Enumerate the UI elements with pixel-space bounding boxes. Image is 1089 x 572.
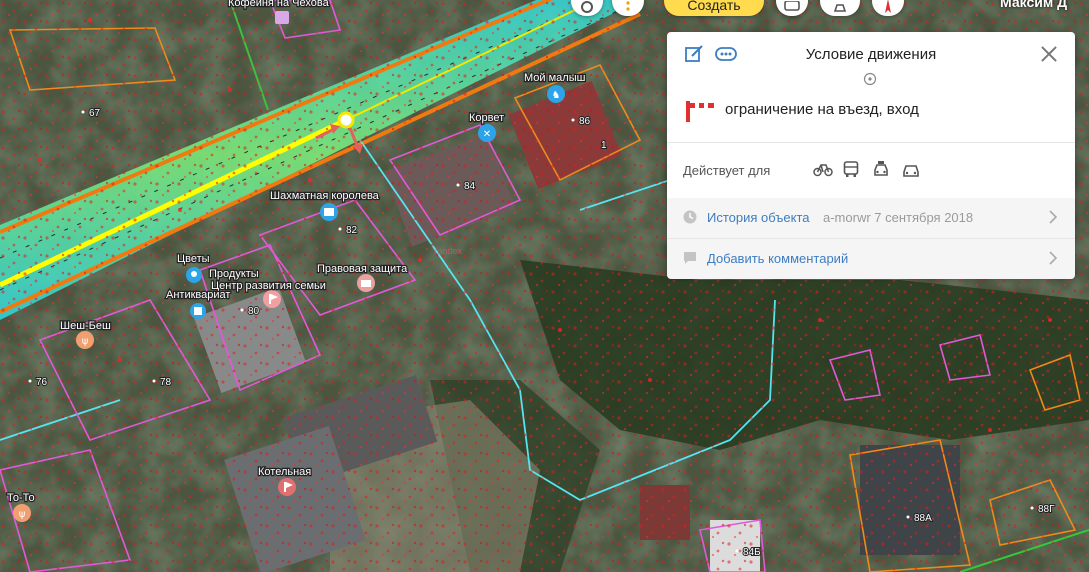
history-meta: a-morwr 7 сентября 2018 [823,210,974,225]
map-watermark: Yandex [432,246,462,256]
applies-to-row: Действует для [667,142,1075,199]
poi-label-sheshbesh: Шеш-Беш [60,320,111,332]
taxi-icon [873,161,889,184]
condition-text: ограничение на въезд, вход [725,101,919,118]
bicycle-icon [813,161,833,182]
chat-icon [784,1,800,11]
add-comment-link[interactable]: Добавить комментарий [707,251,848,266]
flag-icon[interactable] [278,478,296,496]
car-icon [903,164,919,183]
house-number: 67 [89,108,101,119]
flower-icon[interactable] [186,267,202,283]
kids-store-icon[interactable]: ♞ [547,85,565,103]
house-number: 84 [464,181,476,192]
svg-text:✕: ✕ [483,129,491,140]
svg-text:ψ: ψ [82,336,89,347]
house-number: 78 [160,377,172,388]
barrier-icon [685,100,715,127]
poi-label-legal: Правовая защита [317,263,408,275]
gift-icon[interactable] [320,203,338,221]
condition-row: ограничение на въезд, вход [667,84,1075,143]
history-link[interactable]: История объекта [707,210,810,225]
svg-text:ψ: ψ [19,509,26,520]
poi-label-kids: Мой малыш [524,72,586,84]
repair-icon[interactable]: ✕ [478,124,496,142]
close-button[interactable] [1039,44,1059,64]
poi-label-korvet: Корвет [469,112,504,124]
bus-icon [843,161,859,183]
clock-icon [683,210,697,229]
poi-label-boiler: Котельная [258,466,311,478]
grocery-icon[interactable] [190,303,206,319]
house-number: 80 [248,306,260,317]
cafe-icon[interactable] [275,11,289,24]
house-number: 84Б [743,547,761,558]
poi-label-toto: То-То [7,492,35,504]
flag-icon[interactable] [263,290,281,308]
panel-title: Условие движения [805,46,937,63]
restaurant-icon[interactable]: ψ [76,331,94,349]
history-row[interactable]: История объекта a-morwr 7 сентября 2018 [667,198,1075,239]
restaurant-icon[interactable]: ψ [13,504,31,522]
chevron-right-icon [1049,251,1058,270]
house-number: 1 [601,140,607,151]
add-comment-row[interactable]: Добавить комментарий [667,239,1075,279]
house-number: 82 [346,225,358,236]
briefcase-icon[interactable] [357,274,375,292]
bell-icon [833,4,847,12]
more-vertical-icon [626,1,630,11]
poi-label-products: Продукты [209,268,259,280]
house-number: 88А [914,513,932,524]
house-number: 88Г [1038,504,1055,515]
house-number: 76 [36,377,48,388]
poi-label-cafe: Кофейня на Чехова [228,0,330,9]
house-number: 86 [579,116,591,127]
chevron-right-icon [1049,210,1058,229]
poi-label-chess: Шахматная королева [270,190,380,202]
applies-to-label: Действует для [683,163,771,178]
traffic-condition-panel: Условие движения ограничение на въезд, в… [667,32,1075,279]
gear-icon [581,1,593,13]
comment-icon [683,251,697,270]
svg-text:♞: ♞ [552,90,561,101]
user-name[interactable]: Максим Д [1000,0,1067,10]
poi-label-flowers: Цветы [177,253,210,265]
compass-icon [885,0,891,13]
junction-point[interactable] [337,111,355,129]
create-button[interactable]: Создать [664,0,764,16]
poi-label-antiques: Антиквариат [166,289,230,301]
